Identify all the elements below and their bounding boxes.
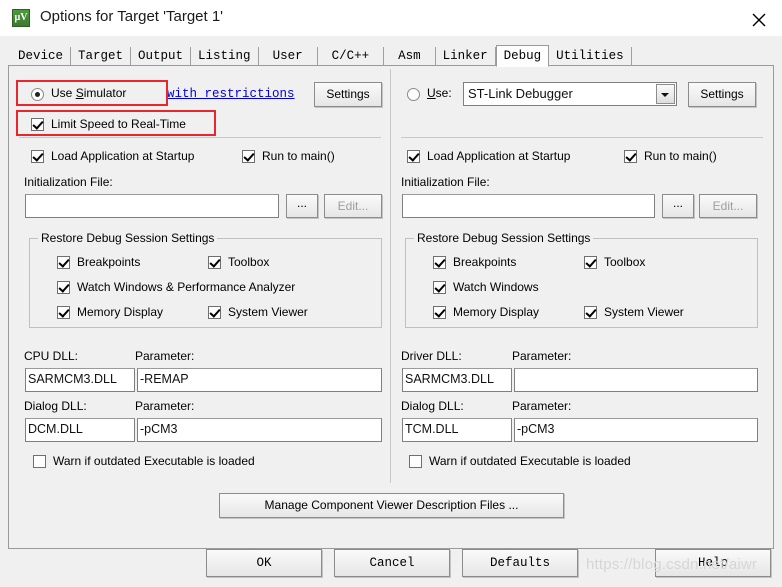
hw-restore-sysviewer-checkbox[interactable] [584, 306, 597, 319]
close-icon[interactable] [736, 0, 782, 36]
chevron-down-icon[interactable] [656, 84, 675, 104]
hw-restore-memory-checkbox[interactable] [433, 306, 446, 319]
column-divider [390, 69, 391, 483]
cpu-dll-input[interactable]: SARMCM3.DLL [25, 368, 135, 392]
tab-utilities[interactable]: Utilities [549, 47, 632, 66]
tab-list: Device Target Output Listing User C/C++ Asm Lin… [11, 44, 632, 67]
limit-speed-checkbox[interactable] [31, 118, 44, 131]
debugger-select-value: ST-Link Debugger [468, 86, 573, 101]
title-bar: µV Options for Target 'Target 1' [0, 0, 782, 37]
sim-browse-button[interactable]: ... [286, 194, 318, 218]
left-separator [19, 137, 381, 138]
sim-dialog-dll-input[interactable]: DCM.DLL [25, 418, 135, 442]
hw-init-file-input[interactable] [402, 194, 655, 218]
sim-restore-group-title: Restore Debug Session Settings [38, 231, 218, 245]
hw-restore-watch-checkbox[interactable] [433, 281, 446, 294]
sim-restore-toolbox-label[interactable]: Toolbox [228, 255, 269, 269]
sim-warn-outdated-checkbox[interactable] [33, 455, 46, 468]
tab-strip: Device Target Output Listing User C/C++ Asm Lin… [0, 36, 782, 67]
tab-linker[interactable]: Linker [435, 47, 496, 66]
cpu-param-label: Parameter: [135, 349, 195, 363]
sim-restore-watch-checkbox[interactable] [57, 281, 70, 294]
hw-edit-button[interactable]: Edit... [699, 194, 757, 218]
hw-run-to-main-checkbox[interactable] [624, 150, 637, 163]
hw-load-app-label[interactable]: Load Application at Startup [427, 149, 570, 163]
right-separator [401, 137, 763, 138]
debug-options-panel: Use Simulator with restrictions Settings… [8, 65, 774, 549]
sim-restore-memory-checkbox[interactable] [57, 306, 70, 319]
limit-speed-label[interactable]: Limit Speed to Real-Time [51, 117, 186, 131]
keil-uvision-icon: µV [12, 9, 30, 27]
defaults-button[interactable]: Defaults [462, 549, 578, 577]
use-simulator-label-rest: imulator [83, 86, 127, 100]
use-hardware-radio[interactable] [407, 88, 420, 101]
cpu-param-input[interactable]: -REMAP [137, 368, 382, 392]
sim-restore-breakpoints-checkbox[interactable] [57, 256, 70, 269]
sim-dialog-param-label: Parameter: [135, 399, 195, 413]
help-button[interactable]: Help [655, 549, 771, 577]
driver-dll-label: Driver DLL: [401, 349, 462, 363]
sim-restore-watch-label[interactable]: Watch Windows & Performance Analyzer [77, 280, 295, 294]
sim-run-to-main-label[interactable]: Run to main() [262, 149, 335, 163]
simulator-settings-button[interactable]: Settings [314, 82, 382, 107]
tab-c-c[interactable]: C/C++ [317, 47, 385, 66]
sim-restore-sysviewer-label[interactable]: System Viewer [228, 305, 308, 319]
tab-asm[interactable]: Asm [384, 47, 436, 66]
with-restrictions-link[interactable]: with restrictions [167, 87, 295, 101]
sim-restore-breakpoints-label[interactable]: Breakpoints [77, 255, 140, 269]
use-hardware-accel: U [427, 86, 436, 100]
hw-restore-breakpoints-label[interactable]: Breakpoints [453, 255, 516, 269]
sim-dialog-dll-label: Dialog DLL: [24, 399, 87, 413]
tab-target[interactable]: Target [71, 47, 132, 66]
hw-restore-toolbox-checkbox[interactable] [584, 256, 597, 269]
driver-dll-input[interactable]: SARMCM3.DLL [402, 368, 512, 392]
use-hardware-label[interactable]: Use: [427, 86, 452, 100]
hw-browse-button[interactable]: ... [662, 194, 694, 218]
hw-dialog-dll-label: Dialog DLL: [401, 399, 464, 413]
use-simulator-label[interactable]: Use Simulator [51, 86, 126, 100]
driver-param-input[interactable] [514, 368, 758, 392]
use-simulator-radio[interactable] [31, 88, 44, 101]
hw-load-app-checkbox[interactable] [407, 150, 420, 163]
sim-init-file-input[interactable] [25, 194, 279, 218]
hw-run-to-main-label[interactable]: Run to main() [644, 149, 717, 163]
manage-component-viewer-button[interactable]: Manage Component Viewer Description File… [219, 493, 564, 518]
use-simulator-accel: S [75, 86, 84, 100]
cpu-dll-label: CPU DLL: [24, 349, 79, 363]
sim-load-app-checkbox[interactable] [31, 150, 44, 163]
hw-restore-group-title: Restore Debug Session Settings [414, 231, 594, 245]
hw-restore-sysviewer-label[interactable]: System Viewer [604, 305, 684, 319]
tab-device[interactable]: Device [11, 47, 72, 66]
hw-dialog-param-input[interactable]: -pCM3 [514, 418, 758, 442]
hw-restore-breakpoints-checkbox[interactable] [433, 256, 446, 269]
use-hardware-label-rest: se: [435, 86, 452, 100]
hardware-settings-button[interactable]: Settings [688, 82, 756, 107]
hw-dialog-param-label: Parameter: [512, 399, 572, 413]
cancel-button[interactable]: Cancel [334, 549, 450, 577]
driver-param-label: Parameter: [512, 349, 572, 363]
hw-warn-outdated-label[interactable]: Warn if outdated Executable is loaded [429, 454, 631, 468]
debugger-select[interactable]: ST-Link Debugger [463, 82, 677, 106]
sim-warn-outdated-label[interactable]: Warn if outdated Executable is loaded [53, 454, 255, 468]
hw-dialog-dll-input[interactable]: TCM.DLL [402, 418, 512, 442]
sim-edit-button[interactable]: Edit... [324, 194, 382, 218]
sim-load-app-label[interactable]: Load Application at Startup [51, 149, 194, 163]
hw-restore-toolbox-label[interactable]: Toolbox [604, 255, 645, 269]
tab-listing[interactable]: Listing [191, 47, 259, 66]
sim-dialog-param-input[interactable]: -pCM3 [137, 418, 382, 442]
sim-init-file-label: Initialization File: [24, 175, 113, 189]
sim-restore-sysviewer-checkbox[interactable] [208, 306, 221, 319]
hw-warn-outdated-checkbox[interactable] [409, 455, 422, 468]
tab-output[interactable]: Output [131, 47, 192, 66]
hw-restore-watch-label[interactable]: Watch Windows [453, 280, 539, 294]
hw-init-file-label: Initialization File: [401, 175, 490, 189]
sim-restore-toolbox-checkbox[interactable] [208, 256, 221, 269]
sim-run-to-main-checkbox[interactable] [242, 150, 255, 163]
ok-button[interactable]: OK [206, 549, 322, 577]
hw-restore-memory-label[interactable]: Memory Display [453, 305, 539, 319]
tab-user[interactable]: User [258, 47, 318, 66]
window-title: Options for Target 'Target 1' [40, 8, 224, 25]
tab-debug[interactable]: Debug [495, 45, 550, 67]
sim-restore-memory-label[interactable]: Memory Display [77, 305, 163, 319]
